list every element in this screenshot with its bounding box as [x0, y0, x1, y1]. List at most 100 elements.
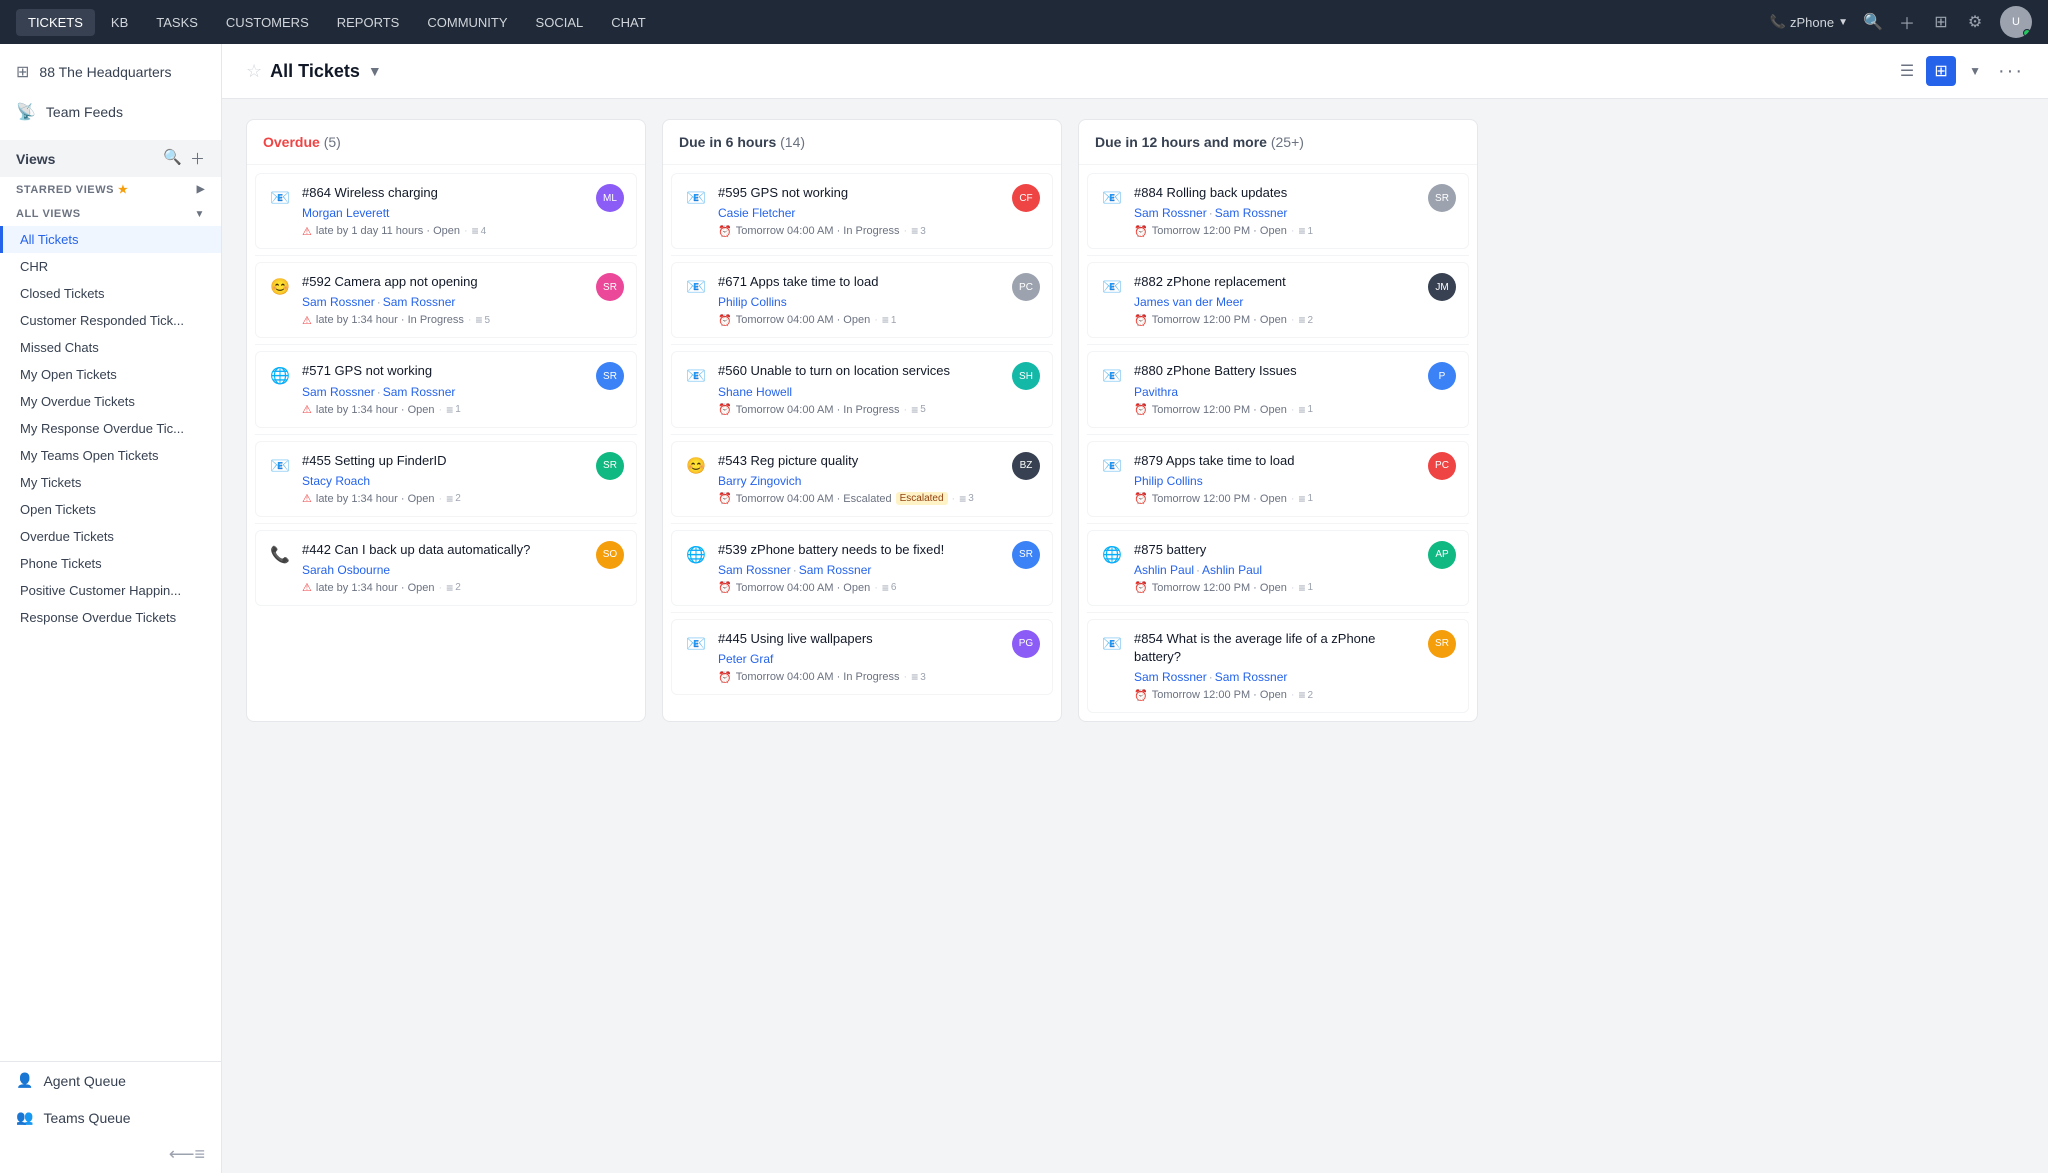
- sidebar-nav-item[interactable]: Overdue Tickets: [0, 523, 221, 550]
- assignee1[interactable]: Philip Collins: [718, 295, 787, 309]
- favorite-icon[interactable]: ☆: [246, 61, 262, 82]
- avatar[interactable]: U: [2000, 6, 2032, 38]
- ticket-meta: ⚠ late by 1:34 hour · Open · 2: [302, 581, 586, 595]
- assignee2[interactable]: Sam Rossner: [383, 385, 456, 399]
- add-icon[interactable]: ＋: [1898, 13, 1916, 31]
- nav-item-tickets[interactable]: TICKETS: [16, 9, 95, 36]
- ticket-card[interactable]: 📧 #884 Rolling back updates Sam Rossner·…: [1087, 173, 1469, 249]
- sidebar-nav-item[interactable]: My Tickets: [0, 469, 221, 496]
- assignee2[interactable]: Sam Rossner: [799, 563, 872, 577]
- ticket-card[interactable]: 📧 #880 zPhone Battery Issues Pavithra ⏰ …: [1087, 351, 1469, 427]
- more-options-button[interactable]: ···: [1998, 60, 2024, 83]
- assignee1[interactable]: James van der Meer: [1134, 295, 1243, 309]
- sidebar-item-headquarters[interactable]: ⊞ 88 The Headquarters: [0, 52, 221, 92]
- ticket-card[interactable]: 🌐 #539 zPhone battery needs to be fixed!…: [671, 530, 1053, 606]
- ticket-card[interactable]: 📧 #882 zPhone replacement James van der …: [1087, 262, 1469, 338]
- assignee1[interactable]: Casie Fletcher: [718, 206, 795, 220]
- assignee2[interactable]: Sam Rossner: [383, 295, 456, 309]
- nav-item-social[interactable]: SOCIAL: [524, 9, 596, 36]
- ticket-title: #445 Using live wallpapers: [718, 630, 1002, 648]
- ticket-avatar: SO: [596, 541, 624, 569]
- clock-icon: ⏰: [1134, 403, 1148, 416]
- sidebar-nav-item[interactable]: My Teams Open Tickets: [0, 442, 221, 469]
- ticket-card[interactable]: 😊 #592 Camera app not opening Sam Rossne…: [255, 262, 637, 338]
- zphone-button[interactable]: 📞 zPhone ▼: [1770, 14, 1848, 30]
- nav-item-chat[interactable]: CHAT: [599, 9, 657, 36]
- clock-icon: ⏰: [718, 314, 732, 327]
- ticket-card[interactable]: 📧 #445 Using live wallpapers Peter Graf …: [671, 619, 1053, 695]
- sidebar-nav-item[interactable]: Missed Chats: [0, 334, 221, 361]
- ticket-card[interactable]: 📧 #560 Unable to turn on location servic…: [671, 351, 1053, 427]
- view-controls: ☰ ⊞ ▼: [1892, 56, 1990, 86]
- search-icon[interactable]: 🔍: [1864, 13, 1882, 31]
- sidebar-nav-item[interactable]: All Tickets: [0, 226, 221, 253]
- assignee1[interactable]: Stacy Roach: [302, 474, 370, 488]
- assignee1[interactable]: Barry Zingovich: [718, 474, 801, 488]
- sidebar-nav-item[interactable]: Positive Customer Happin...: [0, 577, 221, 604]
- sidebar-nav-item[interactable]: My Open Tickets: [0, 361, 221, 388]
- assignee1[interactable]: Ashlin Paul: [1134, 563, 1194, 577]
- msg-count: 1: [1299, 492, 1314, 506]
- sidebar-nav-item[interactable]: CHR: [0, 253, 221, 280]
- sidebar-nav-item[interactable]: Response Overdue Tickets: [0, 604, 221, 631]
- kanban-view-button[interactable]: ⊞: [1926, 56, 1956, 86]
- msg-count: 2: [1299, 688, 1314, 702]
- settings-icon[interactable]: ⚙: [1966, 13, 1984, 31]
- sidebar-nav-item[interactable]: My Overdue Tickets: [0, 388, 221, 415]
- ticket-card[interactable]: 📧 #671 Apps take time to load Philip Col…: [671, 262, 1053, 338]
- nav-item-customers[interactable]: CUSTOMERS: [214, 9, 321, 36]
- nav-item-reports[interactable]: REPORTS: [325, 9, 412, 36]
- add-view-icon[interactable]: ＋: [190, 148, 205, 169]
- assignee1[interactable]: Sam Rossner: [302, 385, 375, 399]
- assignee1[interactable]: Pavithra: [1134, 385, 1178, 399]
- ticket-type-icon: 📞: [268, 543, 292, 567]
- ticket-card[interactable]: 📞 #442 Can I back up data automatically?…: [255, 530, 637, 606]
- ticket-time: Tomorrow 12:00 PM · Open: [1152, 225, 1287, 237]
- ticket-avatar: SR: [1428, 184, 1456, 212]
- ticket-card[interactable]: 📧 #854 What is the average life of a zPh…: [1087, 619, 1469, 713]
- sidebar-nav-item[interactable]: My Response Overdue Tic...: [0, 415, 221, 442]
- ticket-card[interactable]: 📧 #455 Setting up FinderID Stacy Roach ⚠…: [255, 441, 637, 517]
- assignee1[interactable]: Sarah Osbourne: [302, 563, 390, 577]
- assignee2[interactable]: Ashlin Paul: [1202, 563, 1262, 577]
- assignee1[interactable]: Sam Rossner: [302, 295, 375, 309]
- clock-icon: ⏰: [1134, 492, 1148, 505]
- assignee1[interactable]: Peter Graf: [718, 652, 773, 666]
- list-view-button[interactable]: ☰: [1892, 56, 1922, 86]
- external-link-icon[interactable]: ⊞: [1932, 13, 1950, 31]
- ticket-card[interactable]: 🌐 #571 GPS not working Sam Rossner·Sam R…: [255, 351, 637, 427]
- sidebar-item-agent-queue[interactable]: 👤 Agent Queue: [0, 1062, 221, 1099]
- sidebar-nav-item[interactable]: Phone Tickets: [0, 550, 221, 577]
- ticket-card[interactable]: 🌐 #875 battery Ashlin Paul·Ashlin Paul ⏰…: [1087, 530, 1469, 606]
- overdue-icon: ⚠: [302, 403, 312, 416]
- assignee1[interactable]: Sam Rossner: [1134, 206, 1207, 220]
- sidebar-nav-item[interactable]: Open Tickets: [0, 496, 221, 523]
- sidebar-nav-item[interactable]: Closed Tickets: [0, 280, 221, 307]
- sidebar-nav-item[interactable]: Customer Responded Tick...: [0, 307, 221, 334]
- assignee2[interactable]: Sam Rossner: [1215, 670, 1288, 684]
- assignee1[interactable]: Morgan Leverett: [302, 206, 389, 220]
- view-dropdown-button[interactable]: ▼: [1960, 56, 1990, 86]
- assignee1[interactable]: Sam Rossner: [718, 563, 791, 577]
- ticket-assignee: Peter Graf: [718, 652, 1002, 666]
- ticket-type-icon: 📧: [1100, 632, 1124, 656]
- collapse-sidebar-button[interactable]: ⟵≡: [0, 1136, 221, 1173]
- ticket-avatar: PC: [1428, 452, 1456, 480]
- ticket-card[interactable]: 😊 #543 Reg picture quality Barry Zingovi…: [671, 441, 1053, 517]
- nav-item-community[interactable]: COMMUNITY: [415, 9, 519, 36]
- ticket-card[interactable]: 📧 #864 Wireless charging Morgan Leverett…: [255, 173, 637, 249]
- assignee1[interactable]: Philip Collins: [1134, 474, 1203, 488]
- assignee2[interactable]: Sam Rossner: [1215, 206, 1288, 220]
- ticket-card[interactable]: 📧 #879 Apps take time to load Philip Col…: [1087, 441, 1469, 517]
- starred-expand-icon[interactable]: ▶: [197, 184, 205, 195]
- nav-item-tasks[interactable]: TASKS: [144, 9, 210, 36]
- assignee1[interactable]: Shane Howell: [718, 385, 792, 399]
- ticket-card[interactable]: 📧 #595 GPS not working Casie Fletcher ⏰ …: [671, 173, 1053, 249]
- title-dropdown-icon[interactable]: ▼: [368, 63, 382, 79]
- sidebar-item-teams-queue[interactable]: 👥 Teams Queue: [0, 1099, 221, 1136]
- assignee1[interactable]: Sam Rossner: [1134, 670, 1207, 684]
- search-views-icon[interactable]: 🔍: [163, 148, 182, 169]
- sidebar-item-team-feeds[interactable]: 📡 Team Feeds: [0, 92, 221, 132]
- nav-item-kb[interactable]: KB: [99, 9, 140, 36]
- all-views-expand-icon[interactable]: ▼: [195, 209, 205, 220]
